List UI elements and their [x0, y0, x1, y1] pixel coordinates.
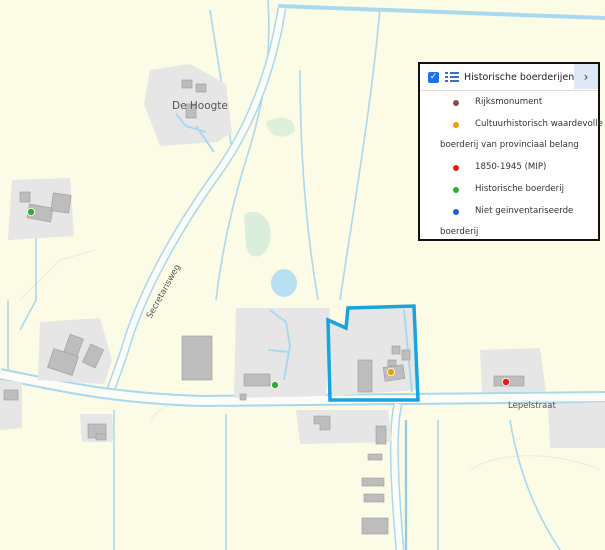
legend-item-label: Niet geinventariseerde [475, 206, 574, 216]
label-lepelstraat: Lepelstraat [508, 401, 556, 411]
legend-item-label: Rijksmonument [475, 97, 543, 107]
legend-item-mip: 1850-1945 (MIP) [420, 157, 598, 179]
marker-historische-boerderij[interactable] [270, 380, 279, 389]
dot-icon [453, 187, 459, 193]
expand-chevron-icon[interactable]: › [574, 64, 598, 89]
dot-icon [453, 122, 459, 128]
layer-title: Historische boerderijen [464, 71, 575, 83]
legend-item-historische-boerderij: Historische boerderij [420, 179, 598, 201]
legend-item-label: Cultuurhistorisch waardevolle [475, 119, 603, 129]
legend-item-label-continued: boerderij van provinciaal belang [440, 140, 579, 150]
legend-item-rijksmonument: Rijksmonument [420, 91, 598, 113]
layer-visibility-checkbox[interactable]: ✓ [428, 71, 439, 83]
legend-item-label-continued: boerderij [440, 227, 479, 237]
dot-icon [453, 209, 459, 215]
legend-item-niet-geinventariseerd: Niet geinventariseerde boerderij [420, 201, 598, 245]
layer-list-icon [445, 71, 459, 83]
legend-item-label: Historische boerderij [475, 184, 564, 194]
legend-item-label: 1850-1945 (MIP) [475, 162, 547, 172]
label-de-hoogte: De Hoogte [172, 100, 228, 112]
legend-layer-header[interactable]: ✓ Historische boerderijen › [420, 64, 598, 91]
marker-historische-boerderij[interactable] [26, 207, 35, 216]
pond [271, 269, 297, 297]
marker-mip[interactable] [501, 377, 510, 386]
dot-icon [453, 165, 459, 171]
legend-panel: ✓ Historische boerderijen › Rijksmonumen… [418, 62, 603, 241]
legend-item-provinciaal-belang: Cultuurhistorisch waardevolle boerderij … [420, 113, 603, 157]
marker-provinciaal-belang[interactable] [386, 367, 395, 376]
dot-icon [453, 100, 459, 106]
